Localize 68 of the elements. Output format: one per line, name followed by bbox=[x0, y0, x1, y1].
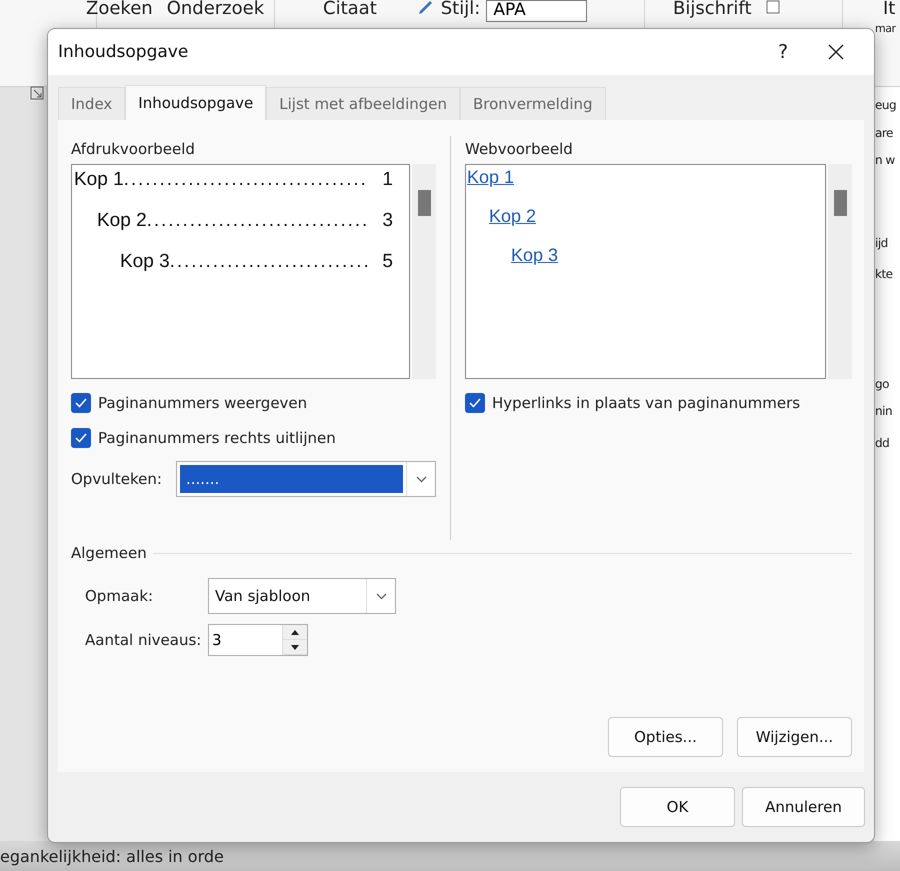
heading-text: Kop 2 bbox=[97, 210, 147, 233]
checkmark-icon bbox=[469, 398, 481, 408]
field-label: Opmaak: bbox=[85, 587, 154, 605]
ribbon-button[interactable]: Citaat bbox=[323, 0, 377, 18]
ribbon-button[interactable]: Bijschrift bbox=[673, 0, 752, 18]
heading-link[interactable]: Kop 2 bbox=[489, 206, 536, 245]
ribbon-button[interactable]: It bbox=[883, 0, 896, 18]
heading-link[interactable]: Kop 3 bbox=[511, 245, 558, 284]
checkmark-icon bbox=[75, 432, 87, 442]
close-icon bbox=[828, 44, 844, 60]
style-label: Stijl: bbox=[440, 0, 480, 18]
fill-char-dropdown[interactable]: ....... bbox=[176, 461, 436, 497]
up-arrow-icon bbox=[291, 630, 299, 634]
panel-button[interactable]: Wijzigen... bbox=[737, 717, 852, 757]
document-text: dd bbox=[875, 435, 890, 452]
chevron-down-icon bbox=[416, 476, 426, 482]
checkbox-label: Hyperlinks in plaats van paginanummers bbox=[492, 394, 800, 412]
chevron-down-icon bbox=[376, 592, 386, 600]
checkbox-label: Paginanummers weergeven bbox=[98, 394, 308, 412]
document-text: nin bbox=[875, 403, 892, 420]
style-dropdown[interactable]: APA bbox=[486, 0, 587, 22]
document-text: ijd bbox=[875, 235, 888, 252]
dot-leader: .................................. bbox=[124, 169, 369, 192]
page-number: 5 bbox=[382, 251, 393, 274]
tab[interactable]: Bronvermelding bbox=[460, 87, 606, 120]
heading-text: Kop 3 bbox=[120, 251, 170, 274]
spin-down-button[interactable] bbox=[283, 640, 307, 655]
section-label: Webvoorbeeld bbox=[465, 140, 574, 158]
checkbox[interactable] bbox=[465, 392, 485, 412]
ribbon-button[interactable]: Zoeken bbox=[86, 0, 153, 18]
scrollbar-thumb[interactable] bbox=[418, 190, 430, 216]
field-label: Opvulteken: bbox=[71, 470, 162, 488]
checkbox[interactable] bbox=[71, 392, 91, 412]
document-text: are bbox=[875, 125, 893, 142]
dot-leader: ............................... bbox=[146, 210, 370, 233]
dialog-button[interactable]: Annuleren bbox=[742, 787, 865, 827]
document-text: n w bbox=[875, 152, 895, 169]
document-text: go bbox=[875, 376, 889, 393]
page-number: 1 bbox=[382, 169, 393, 192]
dot-leader: ............................ bbox=[170, 251, 372, 274]
format-dropdown[interactable]: Van sjabloon bbox=[208, 578, 396, 614]
spin-up-button[interactable] bbox=[283, 625, 307, 640]
scrollbar-thumb[interactable] bbox=[834, 190, 846, 216]
help-button[interactable]: ? bbox=[758, 32, 808, 72]
dialog-launcher-icon[interactable] bbox=[30, 86, 44, 100]
heading-text: Kop 1 bbox=[74, 169, 124, 192]
checkmark-icon bbox=[75, 398, 87, 408]
dialog-title: Inhoudsopgave bbox=[58, 42, 190, 62]
tab[interactable]: Lijst met afbeeldingen bbox=[266, 87, 460, 120]
group-label: Algemeen bbox=[71, 544, 147, 562]
document-text: eug bbox=[875, 97, 896, 114]
page-number: 3 bbox=[382, 210, 393, 233]
pen-icon bbox=[416, 0, 435, 16]
heading-link[interactable]: Kop 1 bbox=[467, 167, 514, 206]
section-label: Afdrukvoorbeeld bbox=[71, 140, 196, 158]
levels-spinner[interactable]: 3 bbox=[208, 624, 308, 656]
ribbon-label: mar bbox=[875, 21, 896, 37]
status-text: egankelijkheid: alles in orde bbox=[0, 846, 224, 866]
tab[interactable]: Index bbox=[58, 87, 126, 120]
down-arrow-icon bbox=[291, 644, 299, 650]
checkbox-label: Paginanummers rechts uitlijnen bbox=[98, 428, 336, 446]
checkbox[interactable] bbox=[71, 428, 91, 448]
tab[interactable]: Inhoudsopgave bbox=[125, 85, 266, 120]
field-label: Aantal niveaus: bbox=[85, 631, 202, 649]
panel-button[interactable]: Opties... bbox=[608, 717, 723, 757]
ribbon-button[interactable]: Onderzoek bbox=[166, 0, 264, 18]
dialog-button[interactable]: OK bbox=[620, 787, 735, 827]
document-text: kte bbox=[875, 266, 893, 283]
